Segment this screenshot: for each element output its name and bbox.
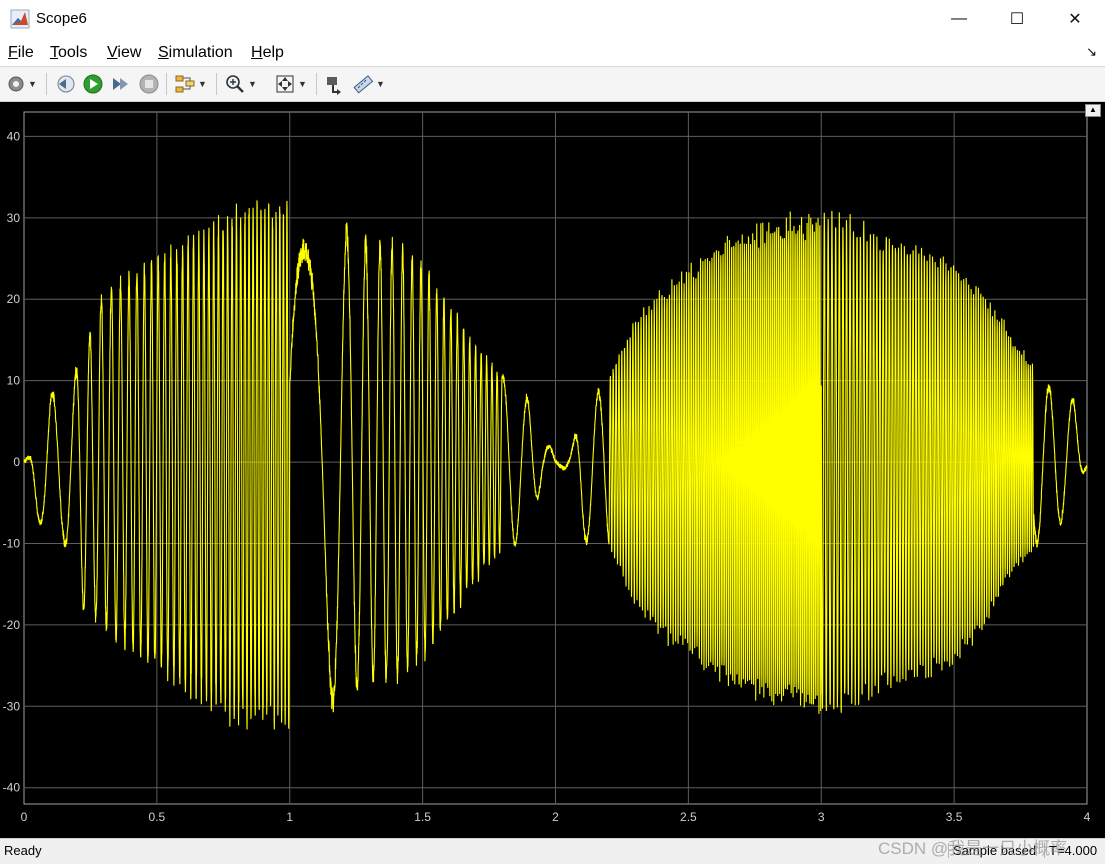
x-tick-label: 3.5 bbox=[946, 810, 963, 824]
y-tick-label: -40 bbox=[3, 781, 21, 795]
undock-icon: ▲ bbox=[1089, 105, 1097, 114]
y-tick-label: 30 bbox=[7, 211, 21, 225]
toolbar-separator bbox=[316, 73, 317, 95]
scope-display: 0 0.5 1 1.5 2 2.5 3 3.5 4 -40 -30 -20 -10 0 10 20 30 40 ▲ bbox=[0, 102, 1105, 838]
settings-button[interactable]: ▼ bbox=[6, 72, 37, 96]
undock-button[interactable]: ▲ bbox=[1085, 104, 1101, 117]
menu-file[interactable]: File bbox=[8, 44, 34, 62]
y-tick-label: 40 bbox=[7, 129, 21, 143]
menu-view[interactable]: View bbox=[107, 44, 141, 62]
toolbar: ▼ ▼ ▼ ▼ ▼ bbox=[0, 67, 1105, 102]
stop-button[interactable] bbox=[138, 72, 160, 96]
minimize-button[interactable]: — bbox=[930, 0, 988, 38]
x-tick-label: 0 bbox=[21, 810, 28, 824]
y-tick-label: -10 bbox=[3, 536, 21, 550]
x-tick-label: 2 bbox=[552, 810, 559, 824]
close-icon: ✕ bbox=[1068, 11, 1082, 28]
measurements-icon bbox=[353, 75, 374, 94]
matlab-logo-icon bbox=[10, 9, 30, 29]
status-text: Ready bbox=[4, 843, 42, 858]
highlight-block-icon bbox=[327, 77, 341, 95]
toolbar-separator bbox=[46, 73, 47, 95]
y-tick-label: -20 bbox=[3, 618, 21, 632]
step-back-button[interactable] bbox=[54, 72, 76, 96]
menu-bar: File Tools View Simulation Help ↘ bbox=[0, 38, 1105, 67]
close-button[interactable]: ✕ bbox=[1046, 0, 1104, 38]
x-tick-label: 2.5 bbox=[680, 810, 697, 824]
measurements-button[interactable]: ▼ bbox=[352, 72, 385, 96]
x-tick-label: 1.5 bbox=[414, 810, 431, 824]
step-forward-icon bbox=[113, 78, 128, 90]
minimize-icon: — bbox=[951, 10, 967, 27]
title-bar: Scope6 — ☐ ✕ bbox=[0, 0, 1105, 39]
y-tick-label: 20 bbox=[7, 292, 21, 306]
run-button[interactable] bbox=[82, 72, 104, 96]
run-icon bbox=[83, 74, 103, 94]
zoom-button[interactable]: ▼ bbox=[224, 72, 257, 96]
watermark: CSDN @我是一只小概率 bbox=[878, 839, 1068, 858]
x-tick-label: 1 bbox=[286, 810, 293, 824]
settings-icon bbox=[8, 76, 24, 92]
stop-icon bbox=[139, 74, 159, 94]
signal-select-button[interactable]: ▼ bbox=[174, 72, 207, 96]
y-tick-label: -30 bbox=[3, 699, 21, 713]
autoscale-button[interactable]: ▼ bbox=[274, 72, 307, 96]
zoom-icon bbox=[226, 75, 244, 93]
collapse-toolstrip-icon[interactable]: ↘ bbox=[1086, 44, 1097, 60]
menu-tools[interactable]: Tools bbox=[50, 44, 87, 62]
highlight-block-button[interactable] bbox=[324, 72, 346, 96]
x-tick-label: 3 bbox=[818, 810, 825, 824]
menu-help[interactable]: Help bbox=[251, 44, 284, 62]
toolbar-separator bbox=[166, 73, 167, 95]
x-tick-label: 0.5 bbox=[149, 810, 166, 824]
y-tick-label: 0 bbox=[13, 455, 20, 469]
step-forward-button[interactable] bbox=[110, 72, 130, 96]
maximize-button[interactable]: ☐ bbox=[988, 0, 1046, 38]
maximize-icon: ☐ bbox=[1009, 11, 1025, 28]
window-title: Scope6 bbox=[36, 10, 87, 27]
toolbar-separator bbox=[216, 73, 217, 95]
y-tick-label: 10 bbox=[7, 374, 21, 388]
x-tick-label: 4 bbox=[1084, 810, 1091, 824]
menu-simulation[interactable]: Simulation bbox=[158, 44, 233, 62]
autoscale-icon bbox=[276, 75, 294, 93]
scope-plot: 0 0.5 1 1.5 2 2.5 3 3.5 4 -40 -30 -20 -10 0 10 20 30 40 bbox=[3, 111, 1091, 824]
signal-select-icon bbox=[175, 75, 195, 93]
step-back-icon bbox=[57, 75, 75, 93]
